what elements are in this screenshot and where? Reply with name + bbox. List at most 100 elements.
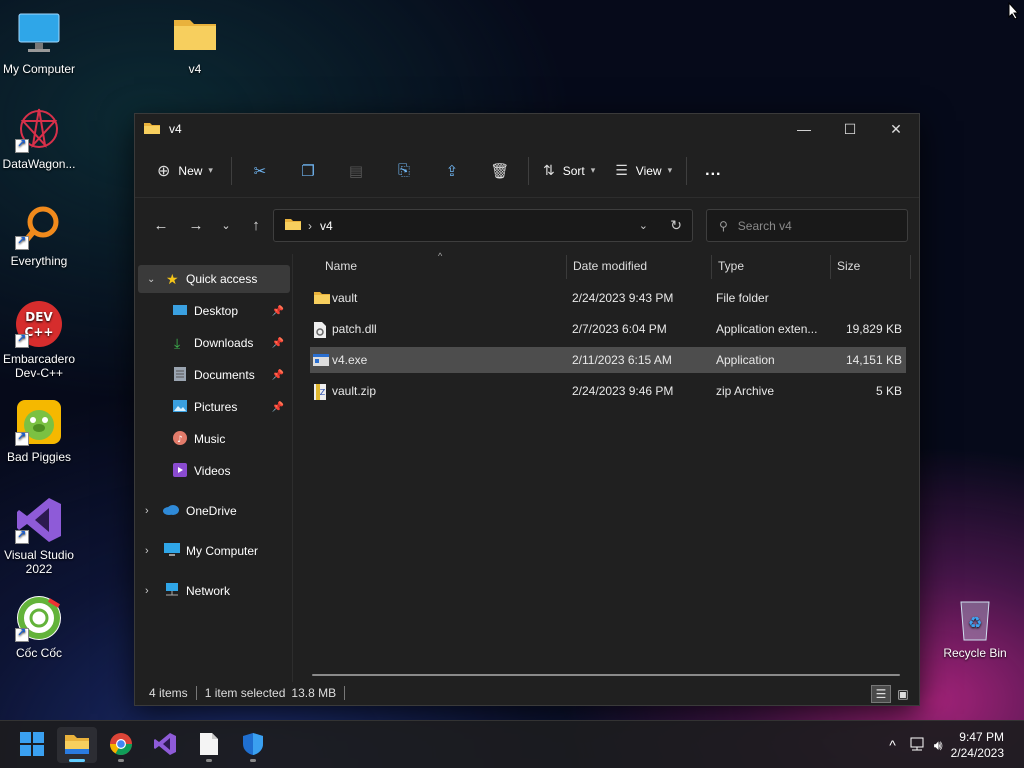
up-button[interactable]: ↑ [240,209,272,241]
search-input[interactable] [737,218,888,233]
desktop-icon-label: Everything [10,254,68,268]
file-row[interactable]: patch.dll 2/7/2023 6:04 PM Application e… [310,316,906,342]
nav-root-my-computer[interactable]: › My Computer [135,537,292,565]
start-button[interactable] [12,727,52,763]
nav-label: Documents [194,368,255,382]
title-bar[interactable]: v4 — ☐ ✕ [135,114,919,144]
desktop-icon-bad-piggies[interactable]: Bad Piggies [0,398,78,464]
taskbar-chrome[interactable] [101,727,141,763]
nav-item-downloads[interactable]: ⤓ Downloads 📌 [135,329,292,357]
refresh-icon[interactable]: ↻ [670,217,682,234]
nav-item-documents[interactable]: Documents 📌 [135,361,292,389]
new-label: New [178,163,203,178]
desktop-icon-label: DataWagon... [2,157,76,171]
nav-item-pictures[interactable]: Pictures 📌 [135,393,292,421]
delete-button[interactable]: 🗑 [476,155,524,187]
nav-label: My Computer [186,544,259,558]
desktop-icon-visual-studio[interactable]: Visual Studio 2022 [0,496,78,576]
navigation-pane: ⌄ ★ Quick access Desktop 📌 ⤓ Downloads 📌… [135,254,293,682]
details-view-button[interactable]: ☰ [871,685,891,703]
rename-button[interactable]: ⎘ [380,155,428,187]
clock-date: 2/24/2023 [950,746,1004,760]
back-button[interactable]: ← [145,209,177,241]
more-icon: ... [705,161,722,179]
column-header-type[interactable]: Type [718,254,744,278]
desktop-icon-everything[interactable]: Everything [0,202,78,268]
column-header-date[interactable]: Date modified [573,254,647,278]
taskbar-file-explorer[interactable] [57,727,97,763]
file-size: 19,829 KB [845,322,902,336]
search-box[interactable]: ⚲ [706,209,908,242]
minimize-button[interactable]: — [781,114,827,144]
copy-button[interactable]: ❐ [284,155,332,187]
file-row[interactable]: vault 2/24/2023 9:43 PM File folder [310,285,906,311]
chevron-up-icon[interactable]: ^ [889,737,896,753]
nav-item-videos[interactable]: Videos [135,457,292,485]
document-icon [174,366,186,384]
nav-item-desktop[interactable]: Desktop 📌 [135,297,292,325]
paste-icon: ▤ [348,162,364,180]
shortcut-arrow-icon [15,137,29,153]
toolbar-separator [686,156,688,185]
download-icon: ⤓ [174,334,181,351]
forward-button[interactable]: → [180,209,212,241]
column-separator[interactable] [566,255,567,279]
column-header-name[interactable]: Name [325,254,357,278]
volume-icon[interactable]: 🔊︎ [934,737,943,754]
desktop-icon-devcpp[interactable]: DEVC++ Embarcadero Dev-C++ [0,300,78,380]
file-row-selected[interactable]: v4.exe 2/11/2023 6:15 AM Application 14,… [310,347,906,373]
breadcrumb-current[interactable]: v4 [320,219,333,233]
status-divider [344,686,346,700]
column-separator[interactable] [711,255,712,279]
close-button[interactable]: ✕ [873,114,919,144]
cut-button[interactable]: ✂ [236,155,284,187]
view-button[interactable]: ☰ View ▾ [605,155,682,187]
desktop-icon-label: Visual Studio 2022 [4,548,74,576]
running-indicator [118,759,124,762]
desktop-icon-v4-folder[interactable]: v4 [156,10,234,76]
paste-button[interactable]: ▤ [332,155,380,187]
desktop-icon-label: Cốc Cốc [15,646,62,660]
nav-root-onedrive[interactable]: › OneDrive [135,497,292,525]
desktop-icon-datawagon[interactable]: DataWagon... [0,105,78,171]
desktop-icon-my-computer[interactable]: My Computer [0,10,78,76]
desktop-icon-label: Embarcadero Dev-C++ [2,352,76,380]
desktop-icon-coc-coc[interactable]: Cốc Cốc [0,594,78,660]
zip-file-icon: Z [313,384,329,400]
shortcut-arrow-icon [15,234,29,250]
everything-search-icon [15,202,63,250]
new-button[interactable]: ⊕ New ▾ [153,155,217,187]
taskbar-notepad[interactable] [189,727,229,763]
maximize-button[interactable]: ☐ [827,114,873,144]
file-name: vault [332,291,358,305]
horizontal-scrollbar[interactable] [312,674,900,676]
chevron-right-icon: › [145,585,149,597]
clock[interactable]: 9:47 PM 2/24/2023 [951,729,1004,761]
taskbar-windows-security[interactable] [233,727,273,763]
recent-locations-button[interactable]: ⌄ [212,209,240,241]
nav-label: Pictures [194,400,238,414]
nav-root-network[interactable]: › Network [135,577,292,605]
column-header-size[interactable]: Size [837,254,860,278]
more-options-button[interactable]: ... [691,155,735,187]
visual-studio-icon [15,496,63,544]
file-row[interactable]: Z vault.zip 2/24/2023 9:46 PM zip Archiv… [310,378,906,404]
network-icon[interactable] [908,737,926,754]
nav-quick-access[interactable]: ⌄ ★ Quick access [138,265,290,293]
column-separator[interactable] [830,255,831,279]
nav-item-music[interactable]: ♪ Music [135,425,292,453]
devcpp-icon: DEV C++ [15,300,63,348]
sort-button[interactable]: ⇅ Sort ▾ [533,155,605,187]
share-button[interactable]: ⇪ [428,155,476,187]
status-selection-size: 13.8 MB [291,686,337,700]
large-icons-view-button[interactable]: ▣ [893,685,913,703]
desktop-icon-recycle-bin[interactable]: ♻ Recycle Bin [936,594,1014,660]
address-bar[interactable]: › v4 ⌄ ↻ [273,209,693,242]
shortcut-arrow-icon [15,332,29,348]
address-history-chevron-icon[interactable]: ⌄ [639,219,648,232]
system-tray: ^ 🔊︎ 9:47 PM 2/24/2023 [889,721,1024,768]
column-separator[interactable] [910,255,911,279]
desktop-icon-label: Recycle Bin [943,646,1007,660]
taskbar-visual-studio[interactable] [145,727,185,763]
running-indicator [69,759,85,762]
